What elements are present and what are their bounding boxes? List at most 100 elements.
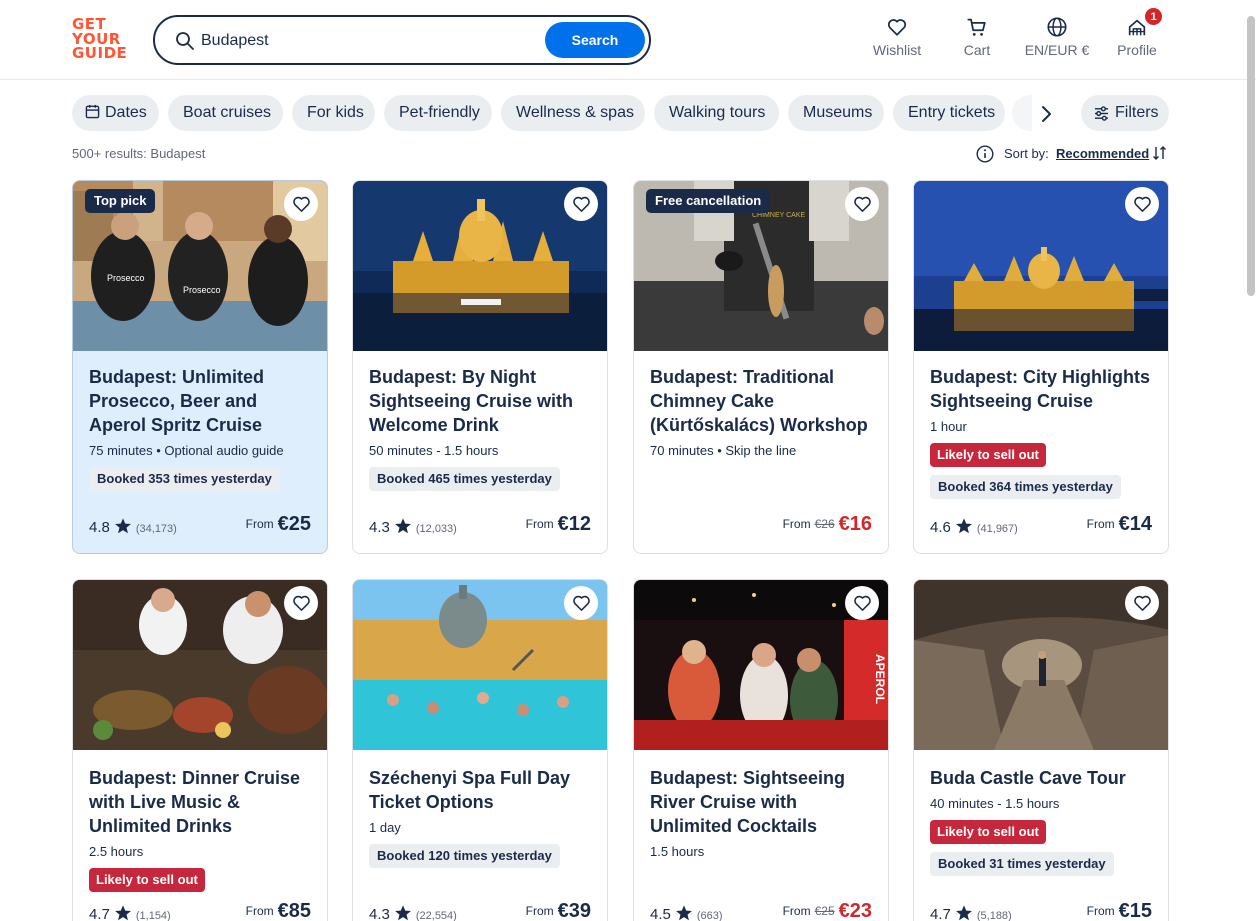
booked-badge: Booked 31 times yesterday bbox=[930, 852, 1114, 876]
activity-card[interactable]: APEROL Budapest: Sightseeing River Cruis… bbox=[633, 579, 889, 921]
star-icon bbox=[955, 518, 972, 534]
card-tag: Free cancellation bbox=[646, 189, 771, 213]
activity-title[interactable]: Budapest: Sightseeing River Cruise with … bbox=[650, 766, 876, 838]
rating-value: 4.6 bbox=[930, 519, 951, 536]
review-count: (41,967) bbox=[976, 523, 1018, 535]
notification-badge: 1 bbox=[1144, 7, 1163, 26]
star-icon bbox=[675, 905, 692, 921]
nav-wishlist[interactable]: Wishlist bbox=[867, 16, 927, 58]
booked-badge: Booked 364 times yesterday bbox=[930, 475, 1121, 499]
chip-for-kids[interactable]: For kids bbox=[292, 95, 375, 131]
price-value: €39 bbox=[557, 900, 591, 921]
chip-pet-friendly[interactable]: Pet-friendly bbox=[384, 95, 492, 131]
activity-card[interactable]: Prosecco Prosecco Top pick Budapest: Unl… bbox=[72, 180, 328, 554]
cart-icon bbox=[967, 18, 986, 36]
chip-entry-tickets[interactable]: Entry tickets bbox=[893, 95, 1005, 131]
nav-language-currency[interactable]: EN/EUR € bbox=[1020, 16, 1094, 58]
wishlist-button[interactable] bbox=[284, 187, 318, 221]
rating: 4.3 (12,033) bbox=[369, 517, 457, 536]
activity-card[interactable]: Budapest: City Highlights Sightseeing Cr… bbox=[913, 180, 1169, 554]
sellout-badge: Likely to sell out bbox=[930, 443, 1046, 467]
price-from-label: From bbox=[525, 904, 554, 918]
activity-card[interactable]: Budapest: By Night Sightseeing Cruise wi… bbox=[352, 180, 608, 554]
price: From €39 bbox=[526, 900, 591, 921]
heart-icon bbox=[572, 196, 590, 212]
sort-control[interactable]: Sort by: Recommended bbox=[976, 143, 1170, 165]
activity-meta: 75 minutes • Optional audio guide bbox=[89, 443, 284, 458]
price-from-label: From bbox=[245, 904, 274, 918]
sellout-badge: Likely to sell out bbox=[930, 820, 1046, 844]
activity-card[interactable]: Széchenyi Spa Full Day Ticket Options 1 … bbox=[352, 579, 608, 921]
price: From €14 bbox=[1087, 513, 1152, 536]
activity-title[interactable]: Budapest: Unlimited Prosecco, Beer and A… bbox=[89, 365, 315, 437]
getyourguide-logo[interactable]: GET YOUR GUIDE bbox=[72, 17, 130, 63]
top-header: GET YOUR GUIDE Search Wishlist Cart EN/E… bbox=[0, 0, 1256, 80]
nav-wishlist-label: Wishlist bbox=[872, 42, 922, 58]
rating-value: 4.3 bbox=[369, 906, 390, 921]
price-value: €25 bbox=[277, 513, 311, 535]
rating: 4.8 (34,173) bbox=[89, 517, 177, 536]
filters-button-label: Filters bbox=[1115, 104, 1159, 121]
activity-meta: 50 minutes - 1.5 hours bbox=[369, 443, 499, 458]
heart-icon bbox=[853, 196, 871, 212]
chip-boat-cruises[interactable]: Boat cruises bbox=[168, 95, 283, 131]
price-from-label: From bbox=[782, 517, 811, 531]
price-from-label: From bbox=[525, 517, 554, 531]
sellout-badge: Likely to sell out bbox=[89, 868, 205, 892]
filter-chip-bar: Dates Boat cruises For kids Pet-friendly… bbox=[72, 95, 1072, 131]
price-from-label: From bbox=[782, 904, 811, 918]
price: From €85 bbox=[246, 900, 311, 921]
nav-cart[interactable]: Cart bbox=[952, 16, 1002, 58]
wishlist-button[interactable] bbox=[845, 187, 879, 221]
activity-title[interactable]: Budapest: City Highlights Sightseeing Cr… bbox=[930, 365, 1156, 413]
heart-icon bbox=[292, 196, 310, 212]
activity-title[interactable]: Budapest: By Night Sightseeing Cruise wi… bbox=[369, 365, 595, 437]
wishlist-button[interactable] bbox=[1125, 586, 1159, 620]
chip-wellness-spas[interactable]: Wellness & spas bbox=[501, 95, 645, 131]
activity-card[interactable]: Budapest: Dinner Cruise with Live Music … bbox=[72, 579, 328, 921]
svg-text:CHIMNEY CAKE: CHIMNEY CAKE bbox=[752, 212, 805, 219]
activity-meta: 70 minutes • Skip the line bbox=[650, 443, 797, 458]
activity-meta: 1.5 hours bbox=[650, 844, 705, 859]
activity-card[interactable]: CHIMNEY CAKE Free cancellation Budapest:… bbox=[633, 180, 889, 554]
activity-title[interactable]: Budapest: Dinner Cruise with Live Music … bbox=[89, 766, 315, 838]
activity-title[interactable]: Széchenyi Spa Full Day Ticket Options bbox=[369, 766, 595, 814]
rating-value: 4.7 bbox=[930, 906, 951, 921]
activity-card[interactable]: Buda Castle Cave Tour 40 minutes - 1.5 h… bbox=[913, 579, 1169, 921]
wishlist-button[interactable] bbox=[845, 586, 879, 620]
activity-meta: 2.5 hours bbox=[89, 844, 144, 859]
chip-walking-tours[interactable]: Walking tours bbox=[654, 95, 779, 131]
search-input[interactable] bbox=[201, 27, 531, 55]
price: From €25 bbox=[246, 513, 311, 536]
results-count: 500+ results: Budapest bbox=[72, 146, 206, 161]
info-icon[interactable] bbox=[976, 145, 994, 163]
filters-button[interactable]: Filters bbox=[1081, 95, 1169, 131]
sort-value[interactable]: Recommended bbox=[1056, 146, 1149, 161]
chevron-right-icon[interactable] bbox=[1034, 102, 1058, 126]
nav-profile-label: Profile bbox=[1117, 42, 1157, 58]
star-icon bbox=[955, 905, 972, 921]
wishlist-button[interactable] bbox=[564, 586, 598, 620]
activity-title[interactable]: Budapest: Traditional Chimney Cake (Kürt… bbox=[650, 365, 876, 437]
svg-text:Prosecco: Prosecco bbox=[183, 285, 221, 295]
activity-title[interactable]: Buda Castle Cave Tour bbox=[930, 766, 1156, 790]
nav-language-label: EN/EUR € bbox=[1024, 42, 1090, 58]
rating-value: 4.5 bbox=[650, 906, 671, 921]
rating: 4.5 (663) bbox=[650, 904, 723, 921]
price: From €25 €23 bbox=[783, 900, 872, 921]
price-value: €12 bbox=[557, 513, 591, 535]
chip-museums[interactable]: Museums bbox=[788, 95, 884, 131]
search-button[interactable]: Search bbox=[545, 22, 645, 58]
page-scrollbar[interactable] bbox=[1247, 16, 1255, 296]
rating-value: 4.8 bbox=[89, 519, 110, 536]
logo-line-3: GUIDE bbox=[72, 44, 128, 62]
sort-arrows-icon[interactable] bbox=[1152, 145, 1168, 161]
wishlist-button[interactable] bbox=[1125, 187, 1159, 221]
price-original: €25 bbox=[814, 904, 835, 918]
heart-icon bbox=[887, 19, 907, 36]
chip-dates[interactable]: Dates bbox=[72, 95, 159, 131]
heart-icon bbox=[572, 595, 590, 611]
wishlist-button[interactable] bbox=[284, 586, 318, 620]
wishlist-button[interactable] bbox=[564, 187, 598, 221]
price-value: €16 bbox=[838, 513, 872, 535]
